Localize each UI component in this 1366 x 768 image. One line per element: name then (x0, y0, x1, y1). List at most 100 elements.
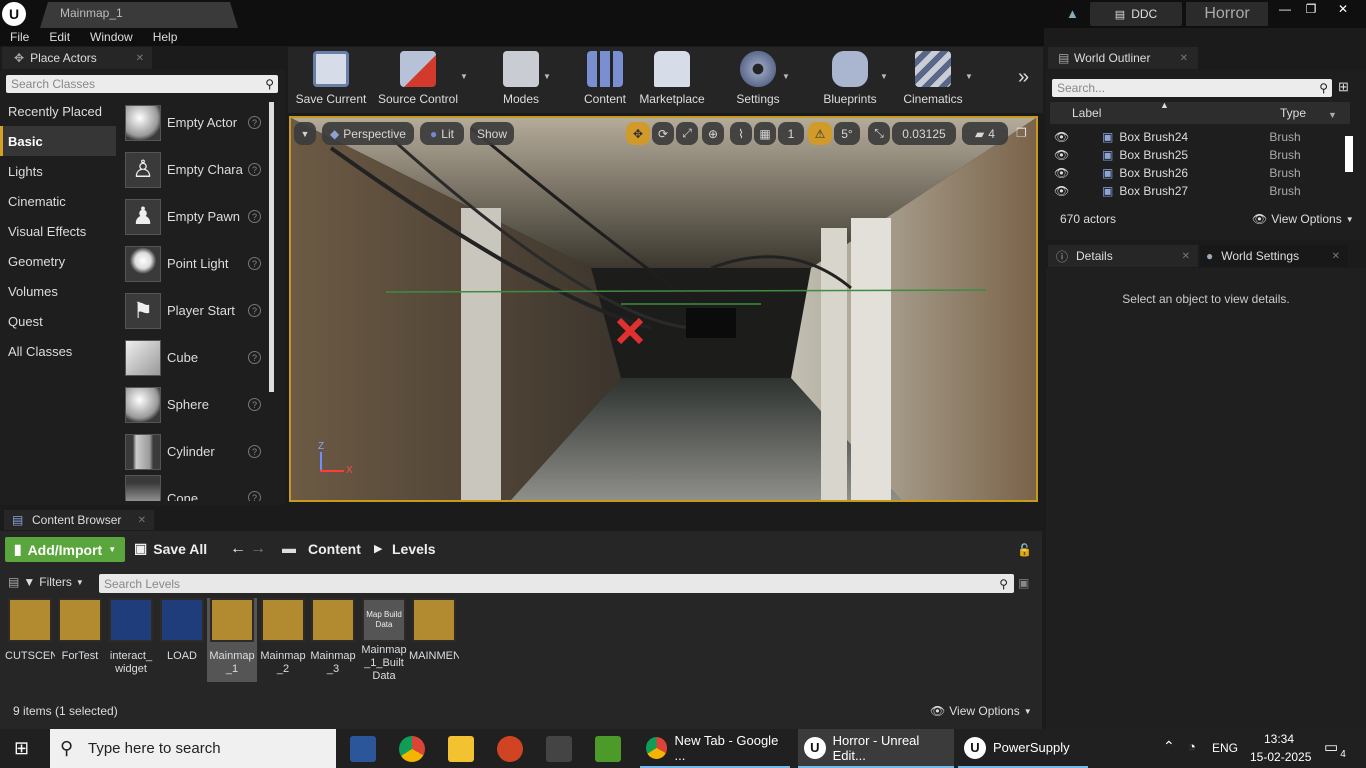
close-icon[interactable]: ✕ (1182, 251, 1190, 262)
help-icon[interactable]: ? (248, 116, 261, 129)
outliner-row[interactable]: 👁 ▣ Box Brush27 Brush (1050, 182, 1346, 200)
path-levels[interactable]: Levels (392, 541, 436, 557)
language-indicator[interactable]: ENG (1212, 741, 1238, 755)
actor-empty-character[interactable]: ♙ Empty Chara? (120, 146, 268, 193)
details-tab[interactable]: ⓘ Details ✕ (1048, 245, 1198, 267)
asset-tile[interactable]: Mainmap _3 (308, 598, 358, 676)
menu-file[interactable]: File (0, 30, 39, 44)
surface-snap-icon[interactable]: ⌇ (730, 122, 752, 145)
world-local-icon[interactable]: ⊕ (702, 122, 724, 145)
chevron-down-icon[interactable]: ▼ (965, 72, 973, 81)
outliner-row[interactable]: 👁 ▣ Box Brush26 Brush (1050, 164, 1346, 182)
back-arrow-icon[interactable]: ← (230, 540, 246, 558)
save-search-icon[interactable]: ▣ (1018, 576, 1029, 590)
minecraft-icon[interactable] (595, 736, 621, 762)
save-current-button[interactable]: Save Current (292, 49, 370, 111)
blueprints-button[interactable]: Blueprints (818, 49, 882, 111)
help-icon[interactable]: ? (248, 163, 261, 176)
file-explorer-icon[interactable] (448, 736, 474, 762)
help-icon[interactable]: ? (248, 491, 261, 501)
ddc-button[interactable]: ▤ DDC (1090, 2, 1182, 26)
content-browser-tab[interactable]: ▤ Content Browser ✕ (4, 510, 154, 530)
clock-time[interactable]: 13:34 (1264, 732, 1294, 746)
rotate-tool-icon[interactable]: ⟳ (652, 122, 674, 145)
settings-button[interactable]: Settings (730, 49, 786, 111)
wifi-icon[interactable]: ◔ (1188, 739, 1196, 754)
powerpoint-icon[interactable] (497, 736, 523, 762)
grid-size-dropdown[interactable]: 1 (778, 122, 804, 145)
taskbar-app-chrome[interactable]: New Tab - Google ... (640, 729, 790, 768)
minimize-button[interactable]: — (1272, 0, 1298, 18)
taskbar-app-powersupply[interactable]: U PowerSupply (958, 729, 1088, 768)
category-cinematic[interactable]: Cinematic (0, 186, 116, 216)
asset-tile[interactable]: Mainmap _2 (258, 598, 308, 676)
asset-tile[interactable]: ForTest (55, 598, 105, 663)
content-view-options[interactable]: 👁 View Options ▼ (930, 704, 1032, 718)
learn-icon[interactable]: ▲ (1066, 6, 1082, 21)
word-icon[interactable] (350, 736, 376, 762)
asset-tile[interactable]: MAINMENU (409, 598, 459, 663)
world-settings-tab[interactable]: ● World Settings ✕ (1200, 245, 1348, 267)
actor-cone[interactable]: Cone? (120, 475, 268, 501)
place-actors-scrollbar[interactable] (269, 102, 274, 392)
category-quest[interactable]: Quest (0, 306, 116, 336)
scale-snap-icon[interactable]: ⤡ (868, 122, 890, 145)
asset-tile-selected[interactable]: Mainmap _1 (207, 598, 257, 682)
eye-icon[interactable]: 👁 (1054, 166, 1070, 180)
angle-size-dropdown[interactable]: 5° (834, 122, 860, 145)
search-levels-input[interactable]: Search Levels ⚲ (99, 574, 1014, 593)
menu-window[interactable]: Window (80, 30, 143, 44)
close-icon[interactable]: ✕ (1180, 53, 1188, 64)
outliner-scrollbar[interactable] (1345, 136, 1353, 172)
category-lights[interactable]: Lights (0, 156, 116, 186)
chevron-down-icon[interactable]: ▼ (543, 72, 551, 81)
help-icon[interactable]: ? (248, 257, 261, 270)
chrome-icon[interactable] (399, 736, 425, 762)
asset-tile[interactable]: LOAD (157, 598, 207, 663)
category-all-classes[interactable]: All Classes (0, 336, 116, 366)
actor-empty-actor[interactable]: Empty Actor? (120, 99, 268, 146)
marketplace-button[interactable]: Marketplace (636, 49, 708, 111)
maximize-viewport-icon[interactable]: ❐ (1016, 126, 1030, 140)
category-geometry[interactable]: Geometry (0, 246, 116, 276)
asset-tile[interactable]: CUTSCENI (5, 598, 55, 663)
help-icon[interactable]: ? (248, 398, 261, 411)
category-basic[interactable]: Basic (0, 126, 116, 156)
lit-button[interactable]: ● Lit (420, 122, 464, 145)
asset-tile[interactable]: Map Build Data Mainmap _1_Built Data (359, 598, 409, 683)
content-button[interactable]: Content (580, 49, 630, 111)
chevron-down-icon[interactable]: ▼ (782, 72, 790, 81)
save-all-button[interactable]: ▣ Save All (134, 540, 207, 557)
category-volumes[interactable]: Volumes (0, 276, 116, 306)
close-icon[interactable]: ✕ (136, 53, 144, 64)
outliner-row[interactable]: 👁 ▣ Box Brush25 Brush (1050, 146, 1346, 164)
eye-icon[interactable]: 👁 (1054, 130, 1070, 144)
actor-point-light[interactable]: Point Light? (120, 240, 268, 287)
label-column-header[interactable]: Label (1072, 106, 1101, 120)
help-icon[interactable]: ? (248, 210, 261, 223)
search-classes-input[interactable]: Search Classes ⚲ (6, 75, 278, 93)
game-launcher-icon[interactable] (546, 736, 572, 762)
source-control-button[interactable]: Source Control (374, 49, 462, 111)
close-icon[interactable]: ✕ (138, 515, 146, 526)
help-icon[interactable]: ? (248, 445, 261, 458)
document-tab[interactable]: Mainmap_1 (40, 2, 238, 28)
actor-cube[interactable]: Cube? (120, 334, 268, 381)
help-icon[interactable]: ? (248, 351, 261, 364)
category-visual-effects[interactable]: Visual Effects (0, 216, 116, 246)
angle-snap-icon[interactable]: ⚠ (808, 122, 832, 145)
windows-start-icon[interactable]: ⊞ (14, 738, 29, 759)
lock-icon[interactable]: 🔓 (1017, 543, 1032, 557)
show-button[interactable]: Show (470, 122, 514, 145)
taskbar-app-unreal-horror[interactable]: U Horror - Unreal Edit... (798, 729, 954, 768)
add-import-button[interactable]: ▮ Add/Import ▼ (5, 537, 125, 562)
taskbar-search-box[interactable]: ⚲ Type here to search (50, 729, 336, 768)
filters-button[interactable]: ▤ ▼ Filters ▼ (8, 575, 84, 589)
type-column-header[interactable]: Type (1280, 106, 1306, 120)
grid-snap-icon[interactable]: ▦ (754, 122, 776, 145)
world-outliner-tab[interactable]: ▤ World Outliner ✕ (1048, 47, 1198, 69)
category-recently-placed[interactable]: Recently Placed (0, 96, 116, 126)
chevron-down-icon[interactable]: ▼ (460, 72, 468, 81)
eye-icon[interactable]: 👁 (1054, 148, 1070, 162)
add-filter-icon[interactable]: ⊞ (1338, 79, 1349, 95)
